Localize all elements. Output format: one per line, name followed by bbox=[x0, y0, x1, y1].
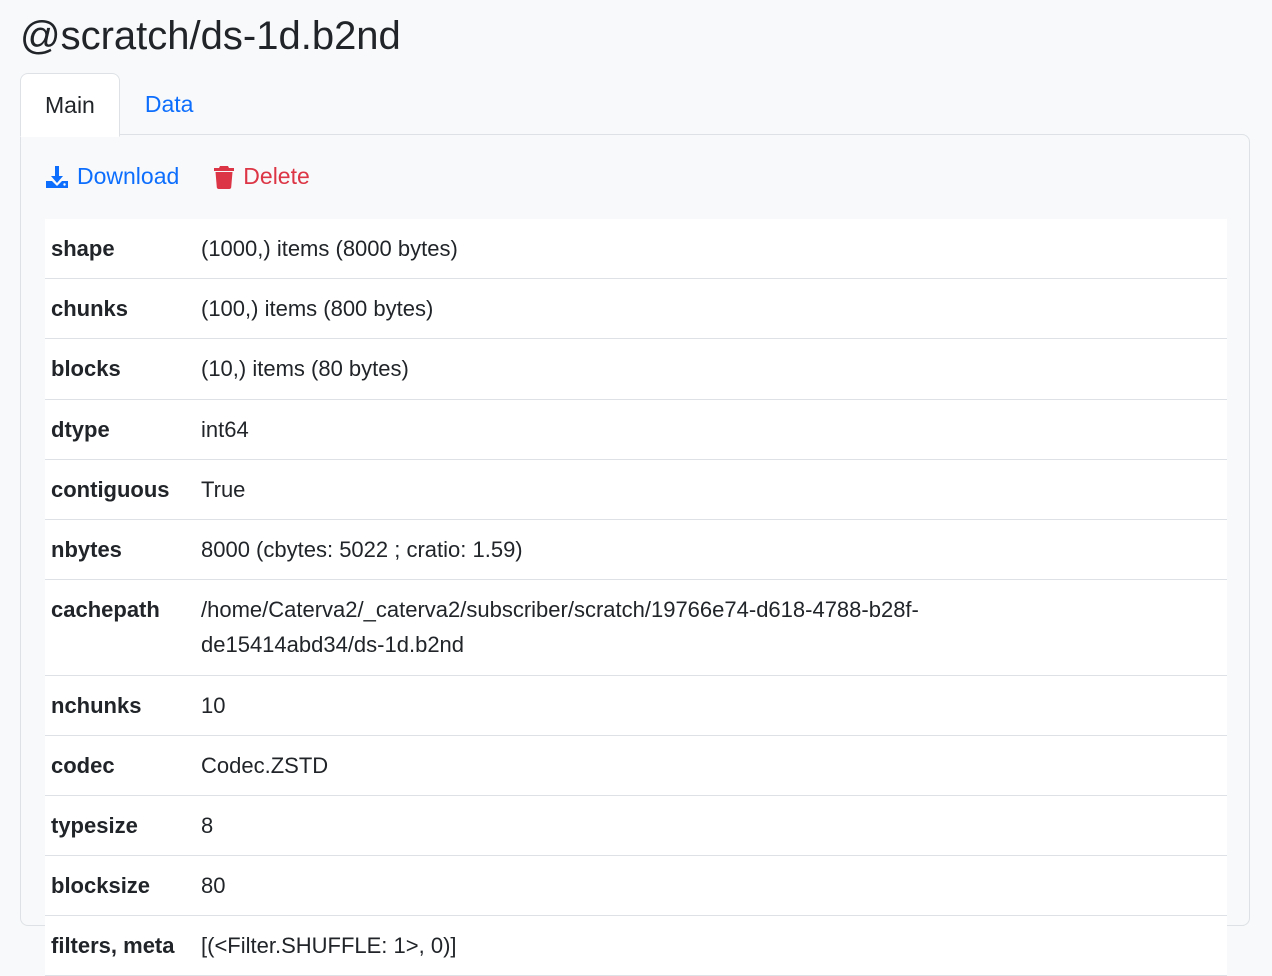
page-title: @scratch/ds-1d.b2nd bbox=[20, 14, 401, 58]
row-key: cachepath bbox=[45, 579, 195, 676]
download-button[interactable]: Download bbox=[45, 163, 179, 190]
table-row: dtype int64 bbox=[45, 399, 1227, 460]
tab-data[interactable]: Data bbox=[120, 73, 219, 136]
row-key: nbytes bbox=[45, 519, 195, 581]
main-panel: Download Delete shape (1000,) items (800… bbox=[20, 134, 1250, 976]
row-key: codec bbox=[45, 735, 195, 796]
row-key: typesize bbox=[45, 795, 195, 857]
metadata-table: shape (1000,) items (8000 bytes) chunks … bbox=[45, 219, 1227, 976]
table-row: shape (1000,) items (8000 bytes) bbox=[45, 219, 1227, 280]
table-row: blocksize 80 bbox=[45, 855, 1227, 917]
table-row: cachepath /home/Caterva2/_caterva2/subsc… bbox=[45, 579, 1227, 676]
table-row: nbytes 8000 (cbytes: 5022 ; cratio: 1.59… bbox=[45, 519, 1227, 581]
tab-bar: Main Data bbox=[20, 73, 219, 137]
row-value: (10,) items (80 bytes) bbox=[195, 338, 1227, 400]
row-value: int64 bbox=[195, 399, 1227, 460]
row-key: dtype bbox=[45, 399, 195, 460]
table-row: chunks (100,) items (800 bytes) bbox=[45, 278, 1227, 340]
row-key: chunks bbox=[45, 278, 195, 340]
row-key: blocks bbox=[45, 338, 195, 400]
table-row: nchunks 10 bbox=[45, 675, 1227, 736]
row-value: (1000,) items (8000 bytes) bbox=[195, 219, 1227, 280]
row-value: 80 bbox=[195, 855, 1227, 917]
table-row: contiguous True bbox=[45, 459, 1227, 520]
table-row: typesize 8 bbox=[45, 795, 1227, 857]
row-value: Codec.ZSTD bbox=[195, 735, 1227, 796]
trash-icon bbox=[213, 165, 235, 189]
row-value: 8 bbox=[195, 795, 1227, 857]
row-key: blocksize bbox=[45, 855, 195, 917]
row-value: /home/Caterva2/_caterva2/subscriber/scra… bbox=[195, 579, 1227, 676]
row-key: filters, meta bbox=[45, 915, 195, 976]
table-row: blocks (10,) items (80 bytes) bbox=[45, 338, 1227, 400]
download-icon bbox=[45, 165, 69, 189]
row-value: 8000 (cbytes: 5022 ; cratio: 1.59) bbox=[195, 519, 1227, 581]
row-value: (100,) items (800 bytes) bbox=[195, 278, 1227, 340]
row-value: [(<Filter.SHUFFLE: 1>, 0)] bbox=[195, 915, 1227, 976]
delete-label: Delete bbox=[243, 163, 310, 189]
row-key: nchunks bbox=[45, 675, 195, 736]
row-key: contiguous bbox=[45, 459, 195, 520]
download-label: Download bbox=[77, 163, 180, 189]
tab-main[interactable]: Main bbox=[20, 73, 120, 137]
delete-button[interactable]: Delete bbox=[213, 163, 310, 190]
row-value: 10 bbox=[195, 675, 1227, 736]
row-value: True bbox=[195, 459, 1227, 520]
row-key: shape bbox=[45, 219, 195, 280]
table-row: filters, meta [(<Filter.SHUFFLE: 1>, 0)] bbox=[45, 915, 1227, 976]
table-row: codec Codec.ZSTD bbox=[45, 735, 1227, 796]
action-bar: Download Delete bbox=[45, 163, 310, 190]
